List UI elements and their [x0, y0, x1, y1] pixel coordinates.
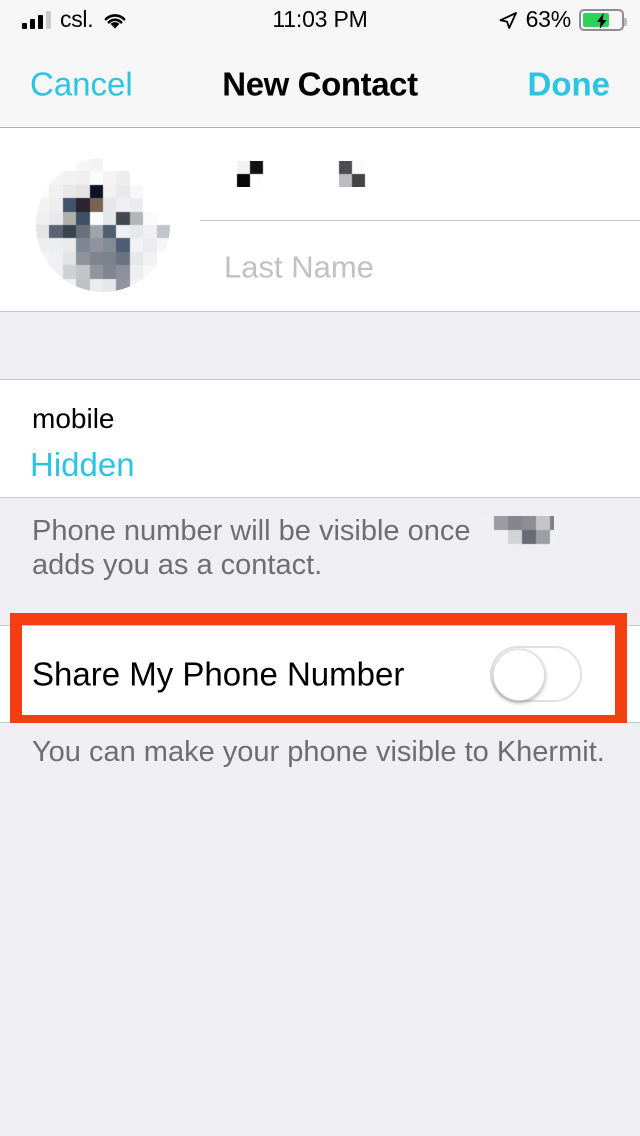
last-name-placeholder: Last Name [224, 249, 374, 285]
first-name-redacted-value [224, 161, 366, 187]
last-name-field[interactable]: Last Name [200, 221, 640, 313]
share-phone-number-note-text: You can make your phone visible to Kherm… [32, 736, 605, 768]
phone-visibility-note: Phone number will be visible once adds y… [0, 498, 640, 613]
first-name-field[interactable] [200, 128, 640, 221]
location-arrow-icon [498, 10, 518, 30]
toggle-knob [493, 649, 545, 701]
battery-percent-label: 63% [525, 5, 572, 32]
status-bar-left: csl. [22, 0, 128, 40]
redacted-contact-name [480, 516, 555, 546]
phone-screen: csl. 11:03 PM 63% Cancel New Contact Don… [0, 0, 640, 1136]
cellular-bars-icon [22, 11, 51, 29]
note-text-before: Phone number will be visible once [32, 515, 471, 547]
share-phone-number-row[interactable]: Share My Phone Number [0, 625, 640, 723]
note-text-after: adds you as a contact. [32, 549, 323, 581]
phone-row[interactable]: mobile Hidden [0, 380, 640, 498]
status-bar-right: 63% [498, 0, 627, 40]
done-button[interactable]: Done [528, 67, 611, 100]
empty-area [0, 783, 640, 1136]
nav-bar: Cancel New Contact Done [0, 40, 640, 128]
contact-name-section: Last Name [0, 128, 640, 312]
wifi-icon [102, 11, 128, 30]
battery-charging-icon [579, 9, 627, 31]
share-phone-number-note: You can make your phone visible to Kherm… [0, 723, 640, 783]
share-phone-number-label: Share My Phone Number [32, 655, 405, 693]
phone-visibility-note-text: Phone number will be visible once adds y… [32, 514, 612, 582]
name-fields: Last Name [200, 128, 640, 312]
contact-photo-avatar[interactable] [36, 158, 170, 292]
status-bar: csl. 11:03 PM 63% [0, 0, 640, 40]
carrier-label: csl. [60, 5, 94, 32]
phone-value[interactable]: Hidden [30, 448, 135, 481]
section-gap [0, 312, 640, 380]
phone-label: mobile [32, 403, 115, 434]
clock-label: 11:03 PM [272, 5, 368, 32]
share-phone-number-toggle[interactable] [490, 646, 582, 702]
